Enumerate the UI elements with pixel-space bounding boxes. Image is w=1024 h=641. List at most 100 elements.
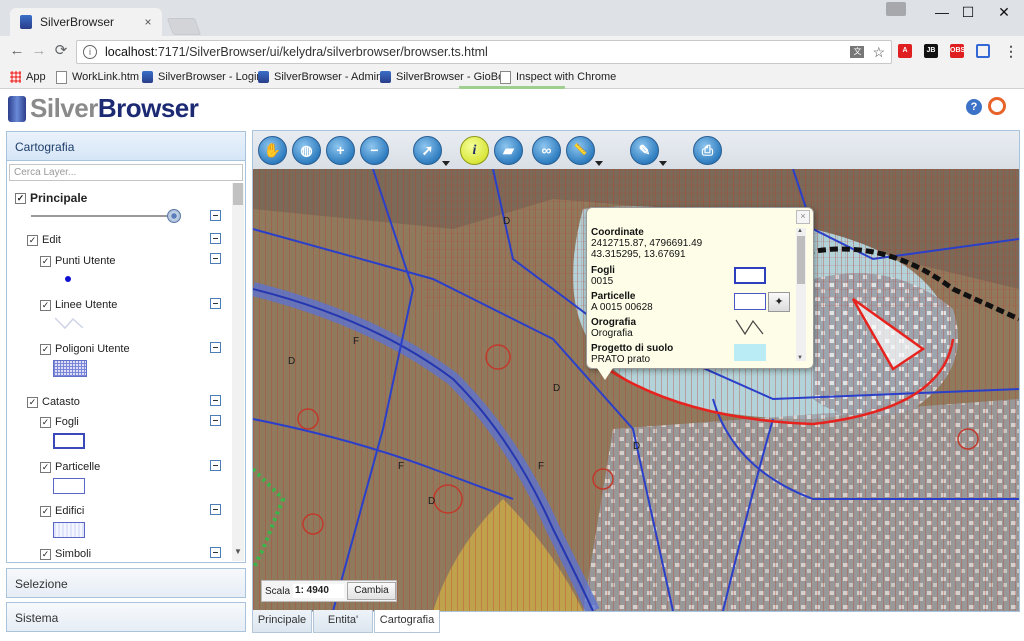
popup-close-icon[interactable]: × [796, 210, 810, 224]
dropdown-caret-icon[interactable] [442, 161, 450, 166]
menu-icon[interactable]: ⋮ [1004, 44, 1018, 58]
cast-extension-icon[interactable] [976, 44, 990, 58]
scroll-down-icon[interactable]: ▼ [797, 355, 803, 361]
collapse-icon[interactable] [210, 415, 221, 426]
section-selezione[interactable]: Selezione [6, 568, 246, 598]
url-text[interactable]: localhost:7171/SilverBrowser/ui/kelydra/… [105, 45, 850, 59]
measure-tool-button[interactable]: 📏 [566, 136, 603, 166]
print-tool-button[interactable]: ⎙ [693, 136, 722, 165]
collapse-icon[interactable] [210, 395, 221, 406]
select-tool-button[interactable]: ➚ [413, 136, 450, 166]
back-button[interactable]: ← [8, 43, 26, 59]
layer-edifici[interactable]: Edifici [40, 505, 84, 517]
bookmark-app[interactable]: App [10, 69, 46, 85]
bookmark-sb-giobo[interactable]: SilverBrowser - GioBo [380, 69, 504, 85]
info-tool-button[interactable]: i [460, 136, 489, 165]
logo-cylinder-icon [8, 95, 26, 122]
section-cartografia[interactable]: Cartografia [6, 131, 246, 161]
profile-icon[interactable] [886, 2, 906, 16]
browser-tab[interactable]: SilverBrowser × [10, 8, 162, 36]
help-icon[interactable]: ? [966, 99, 982, 115]
layer-fogli[interactable]: Fogli [40, 416, 79, 428]
layer-search-input[interactable]: Cerca Layer... [9, 164, 243, 181]
popup-scrollbar[interactable]: ▲ ▼ [796, 228, 806, 361]
checkbox[interactable] [27, 234, 38, 246]
checkbox[interactable] [40, 505, 51, 517]
svg-text:F: F [398, 461, 404, 472]
address-bar[interactable]: i localhost:7171/SilverBrowser/ui/kelydr… [76, 40, 892, 64]
layer-catasto[interactable]: Catasto [27, 396, 80, 408]
bookmark-sb-login[interactable]: SilverBrowser - Login [142, 69, 263, 85]
checkbox[interactable] [40, 255, 51, 267]
layer-scrollbar-thumb[interactable] [233, 183, 243, 205]
collapse-icon[interactable] [210, 342, 221, 353]
globe-tool-button[interactable]: ◍ [292, 136, 321, 165]
collapse-icon[interactable] [210, 460, 221, 471]
checkbox[interactable] [40, 416, 51, 428]
collapse-icon[interactable] [210, 504, 221, 515]
bookmark-star-icon[interactable]: ☆ [872, 44, 885, 61]
bookmark-sb-admin[interactable]: SilverBrowser - Admin [258, 69, 382, 85]
layer-simboli[interactable]: Simboli [40, 548, 91, 560]
binoculars-tool-button[interactable]: ∞ [532, 136, 561, 165]
layer-poligoni-utente[interactable]: Poligoni Utente [40, 343, 130, 355]
draw-tool-button[interactable]: ✎ [630, 136, 667, 166]
dropdown-caret-icon[interactable] [595, 161, 603, 166]
section-sistema[interactable]: Sistema [6, 602, 246, 632]
tab-cartografia[interactable]: Cartografia [374, 610, 440, 633]
scale-change-button[interactable]: Cambia [346, 582, 396, 600]
info-icon[interactable]: i [83, 45, 97, 59]
scale-input[interactable]: 1: 4940 [293, 584, 344, 598]
collapse-icon[interactable] [210, 253, 221, 264]
acrobat-extension-icon[interactable]: A [898, 44, 912, 58]
collapse-icon[interactable] [210, 547, 221, 558]
bookmark-worklink[interactable]: WorkLink.htm [56, 69, 139, 85]
forward-button[interactable]: → [30, 43, 48, 59]
layer-particelle[interactable]: Particelle [40, 461, 100, 473]
tab-entita[interactable]: Entita' [313, 610, 373, 633]
layer-punti-utente[interactable]: Punti Utente [40, 255, 116, 267]
apps-grid-icon [10, 71, 21, 83]
collapse-icon[interactable] [210, 298, 221, 309]
scroll-up-icon[interactable]: ▲ [797, 228, 803, 234]
logout-icon[interactable] [988, 97, 1006, 115]
jetbrains-extension-icon[interactable]: JB [924, 44, 938, 58]
pin-icon[interactable]: ✦ [768, 292, 790, 312]
tab-title: SilverBrowser [40, 15, 115, 29]
translate-icon[interactable]: 文 [850, 46, 865, 58]
bookmark-inspect[interactable]: Inspect with Chrome [500, 69, 616, 85]
checkbox[interactable] [40, 343, 51, 355]
zoom-in-button[interactable]: + [326, 136, 355, 165]
tab-close-icon[interactable]: × [140, 15, 156, 29]
new-tab-button[interactable] [166, 18, 202, 35]
checkbox[interactable] [40, 461, 51, 473]
dropdown-caret-icon[interactable] [659, 161, 667, 166]
eraser-tool-button[interactable]: ▰ [494, 136, 523, 165]
layer-linee-utente[interactable]: Linee Utente [40, 299, 117, 311]
opacity-slider-track[interactable] [31, 215, 171, 217]
tab-principale[interactable]: Principale [252, 610, 312, 633]
popup-scrollbar-thumb[interactable] [797, 236, 805, 284]
coordinate-latlon: 43.315295, 13.67691 [591, 249, 686, 260]
layer-principale[interactable]: Principale [15, 191, 87, 205]
close-window-button[interactable]: ✕ [988, 0, 1020, 24]
layer-edit[interactable]: Edit [27, 234, 61, 246]
svg-text:D: D [288, 356, 295, 367]
opacity-slider-knob[interactable] [167, 209, 181, 223]
browser-toolbar: ← → ⟳ i localhost:7171/SilverBrowser/ui/… [0, 36, 1024, 66]
collapse-icon[interactable] [210, 210, 221, 221]
checkbox[interactable] [15, 192, 26, 204]
reload-button[interactable]: ⟳ [52, 43, 70, 59]
collapse-icon[interactable] [210, 233, 221, 244]
svg-text:D: D [633, 441, 640, 452]
obs-extension-icon[interactable]: OBS [950, 44, 965, 58]
checkbox[interactable] [40, 548, 51, 560]
maximize-button[interactable]: ☐ [952, 0, 984, 24]
pan-tool-button[interactable]: ✋ [258, 136, 287, 165]
zoom-out-icon: − [370, 142, 379, 158]
zoom-out-button[interactable]: − [360, 136, 389, 165]
scroll-down-icon[interactable]: ▼ [234, 547, 242, 556]
layer-scrollbar[interactable] [232, 183, 244, 561]
checkbox[interactable] [40, 299, 51, 311]
checkbox[interactable] [27, 396, 38, 408]
